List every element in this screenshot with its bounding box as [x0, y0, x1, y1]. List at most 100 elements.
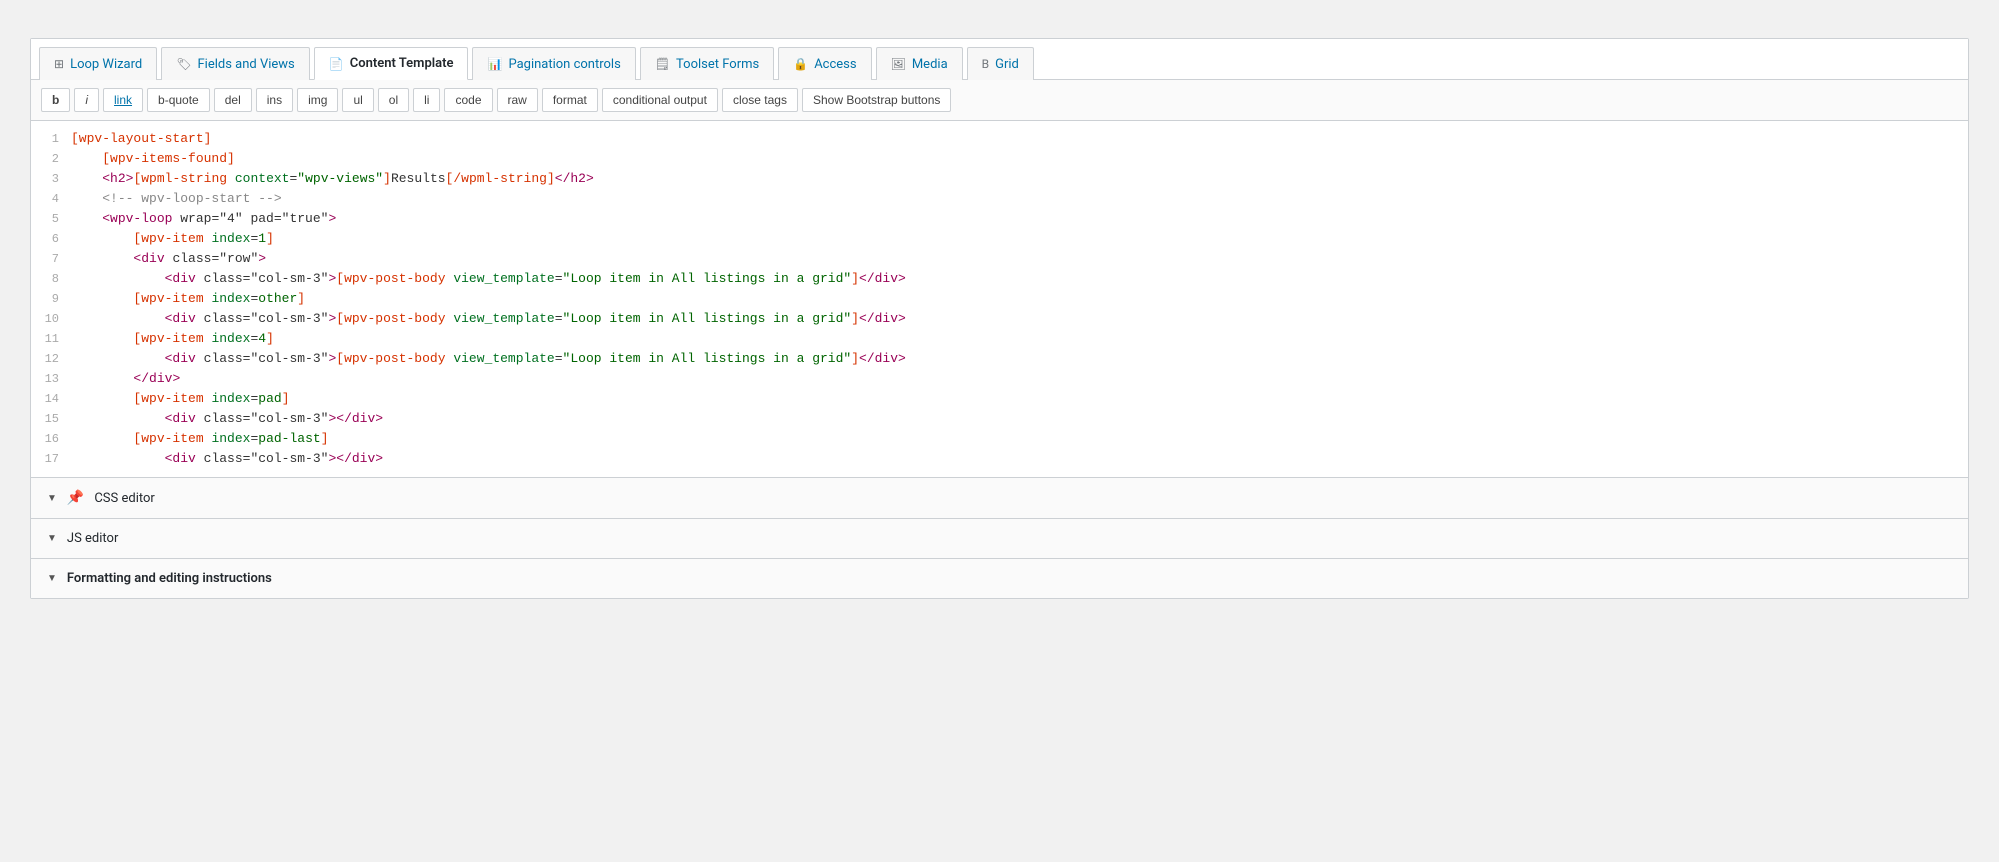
code-line-12: 12 <div class="col-sm-3">[wpv-post-body … — [31, 349, 1968, 369]
line-number-13: 13 — [31, 369, 71, 389]
tab-icon-toolset-forms: 🗒 — [655, 57, 670, 71]
tab-icon-pagination-controls: 📊 — [487, 57, 502, 71]
tab-content-template[interactable]: 📄 Content Template — [314, 47, 469, 80]
toolbar-btn-ol[interactable]: ol — [378, 88, 409, 112]
line-content-12: <div class="col-sm-3">[wpv-post-body vie… — [71, 349, 1968, 369]
code-line-15: 15 <div class="col-sm-3"></div> — [31, 409, 1968, 429]
collapse-header-css-editor[interactable]: ▼ 📌 CSS editor — [31, 478, 1968, 518]
tab-loop-wizard[interactable]: ⊞ Loop Wizard — [39, 47, 157, 80]
line-content-7: <div class="row"> — [71, 249, 1968, 269]
line-number-1: 1 — [31, 129, 71, 149]
collapse-section-js-editor: ▼ JS editor — [31, 518, 1968, 558]
tab-icon-media: 🖼 — [891, 57, 906, 71]
collapse-header-formatting-instructions[interactable]: ▼ Formatting and editing instructions — [31, 559, 1968, 598]
line-number-8: 8 — [31, 269, 71, 289]
tab-media[interactable]: 🖼 Media — [876, 47, 963, 80]
line-content-4: <!-- wpv-loop-start --> — [71, 189, 1968, 209]
toolbar-btn-ins[interactable]: ins — [256, 88, 293, 112]
tab-access[interactable]: 🔒 Access — [778, 47, 871, 80]
line-content-8: <div class="col-sm-3">[wpv-post-body vie… — [71, 269, 1968, 289]
toolbar-btn-bold[interactable]: b — [41, 88, 70, 112]
toolbar-btn-format[interactable]: format — [542, 88, 598, 112]
tab-icon-fields-and-views: 🏷 — [176, 57, 191, 71]
tab-bar: ⊞ Loop Wizard 🏷 Fields and Views 📄 Content Te… — [31, 39, 1968, 80]
code-line-7: 7 <div class="row"> — [31, 249, 1968, 269]
tab-pagination-controls[interactable]: 📊 Pagination controls — [472, 47, 635, 80]
tab-grid[interactable]: B Grid — [967, 47, 1034, 80]
collapse-section-css-editor: ▼ 📌 CSS editor — [31, 477, 1968, 518]
line-number-7: 7 — [31, 249, 71, 269]
collapse-title-js-editor: JS editor — [67, 531, 118, 546]
tab-fields-and-views[interactable]: 🏷 Fields and Views — [161, 47, 310, 80]
tab-icon-loop-wizard: ⊞ — [54, 57, 64, 71]
tab-icon-grid: B — [982, 57, 989, 71]
toolbar-btn-italic[interactable]: i — [74, 88, 99, 112]
code-line-11: 11 [wpv-item index=4] — [31, 329, 1968, 349]
line-content-3: <h2>[wpml-string context="wpv-views"]Res… — [71, 169, 1968, 189]
toolbar-btn-ul[interactable]: ul — [342, 88, 373, 112]
toolbar: bilinkb-quotedelinsimgulollicoderawforma… — [31, 80, 1968, 121]
line-content-15: <div class="col-sm-3"></div> — [71, 409, 1968, 429]
tab-label-pagination-controls: Pagination controls — [508, 57, 620, 72]
collapse-pin-css-editor: 📌 — [67, 490, 84, 506]
line-number-6: 6 — [31, 229, 71, 249]
line-number-4: 4 — [31, 189, 71, 209]
tab-label-access: Access — [814, 57, 856, 72]
line-content-5: <wpv-loop wrap="4" pad="true"> — [71, 209, 1968, 229]
line-content-14: [wpv-item index=pad] — [71, 389, 1968, 409]
code-editor[interactable]: 1[wpv-layout-start]2 [wpv-items-found]3 … — [31, 121, 1968, 477]
line-number-5: 5 — [31, 209, 71, 229]
line-number-16: 16 — [31, 429, 71, 449]
toolbar-btn-code[interactable]: code — [444, 88, 492, 112]
collapse-arrow-formatting-instructions: ▼ — [47, 573, 57, 584]
collapse-arrow-js-editor: ▼ — [47, 533, 57, 544]
code-line-1: 1[wpv-layout-start] — [31, 129, 1968, 149]
line-content-2: [wpv-items-found] — [71, 149, 1968, 169]
tab-label-toolset-forms: Toolset Forms — [676, 57, 759, 72]
code-line-14: 14 [wpv-item index=pad] — [31, 389, 1968, 409]
code-line-6: 6 [wpv-item index=1] — [31, 229, 1968, 249]
collapse-header-js-editor[interactable]: ▼ JS editor — [31, 519, 1968, 558]
toolbar-btn-raw[interactable]: raw — [497, 88, 538, 112]
code-line-9: 9 [wpv-item index=other] — [31, 289, 1968, 309]
tab-toolset-forms[interactable]: 🗒 Toolset Forms — [640, 47, 774, 80]
code-line-3: 3 <h2>[wpml-string context="wpv-views"]R… — [31, 169, 1968, 189]
toolbar-btn-img[interactable]: img — [297, 88, 338, 112]
toolbar-btn-link[interactable]: link — [103, 88, 143, 112]
line-number-2: 2 — [31, 149, 71, 169]
line-content-16: [wpv-item index=pad-last] — [71, 429, 1968, 449]
line-number-15: 15 — [31, 409, 71, 429]
tab-label-media: Media — [912, 57, 948, 72]
code-line-2: 2 [wpv-items-found] — [31, 149, 1968, 169]
line-content-1: [wpv-layout-start] — [71, 129, 1968, 149]
line-number-17: 17 — [31, 449, 71, 469]
line-content-10: <div class="col-sm-3">[wpv-post-body vie… — [71, 309, 1968, 329]
line-content-13: </div> — [71, 369, 1968, 389]
collapse-title-css-editor: CSS editor — [94, 491, 154, 506]
line-number-14: 14 — [31, 389, 71, 409]
toolbar-btn-close-tags[interactable]: close tags — [722, 88, 798, 112]
line-number-11: 11 — [31, 329, 71, 349]
tab-label-fields-and-views: Fields and Views — [197, 57, 294, 72]
tab-label-loop-wizard: Loop Wizard — [70, 57, 142, 72]
tab-label-content-template: Content Template — [350, 56, 454, 71]
tab-icon-content-template: 📄 — [329, 57, 344, 71]
tab-label-grid: Grid — [995, 57, 1019, 72]
code-line-8: 8 <div class="col-sm-3">[wpv-post-body v… — [31, 269, 1968, 289]
line-number-10: 10 — [31, 309, 71, 329]
toolbar-btn-li[interactable]: li — [413, 88, 440, 112]
code-line-16: 16 [wpv-item index=pad-last] — [31, 429, 1968, 449]
loop-editor-container: ⊞ Loop Wizard 🏷 Fields and Views 📄 Content Te… — [30, 38, 1969, 599]
line-number-3: 3 — [31, 169, 71, 189]
code-line-4: 4 <!-- wpv-loop-start --> — [31, 189, 1968, 209]
tab-icon-access: 🔒 — [793, 57, 808, 71]
toolbar-btn-conditional-output[interactable]: conditional output — [602, 88, 718, 112]
code-line-17: 17 <div class="col-sm-3"></div> — [31, 449, 1968, 469]
toolbar-btn-show-bootstrap[interactable]: Show Bootstrap buttons — [802, 88, 951, 112]
line-content-6: [wpv-item index=1] — [71, 229, 1968, 249]
collapse-arrow-css-editor: ▼ — [47, 493, 57, 504]
collapse-title-formatting-instructions: Formatting and editing instructions — [67, 571, 272, 586]
toolbar-btn-bquote[interactable]: b-quote — [147, 88, 210, 112]
toolbar-btn-del[interactable]: del — [214, 88, 252, 112]
line-content-11: [wpv-item index=4] — [71, 329, 1968, 349]
